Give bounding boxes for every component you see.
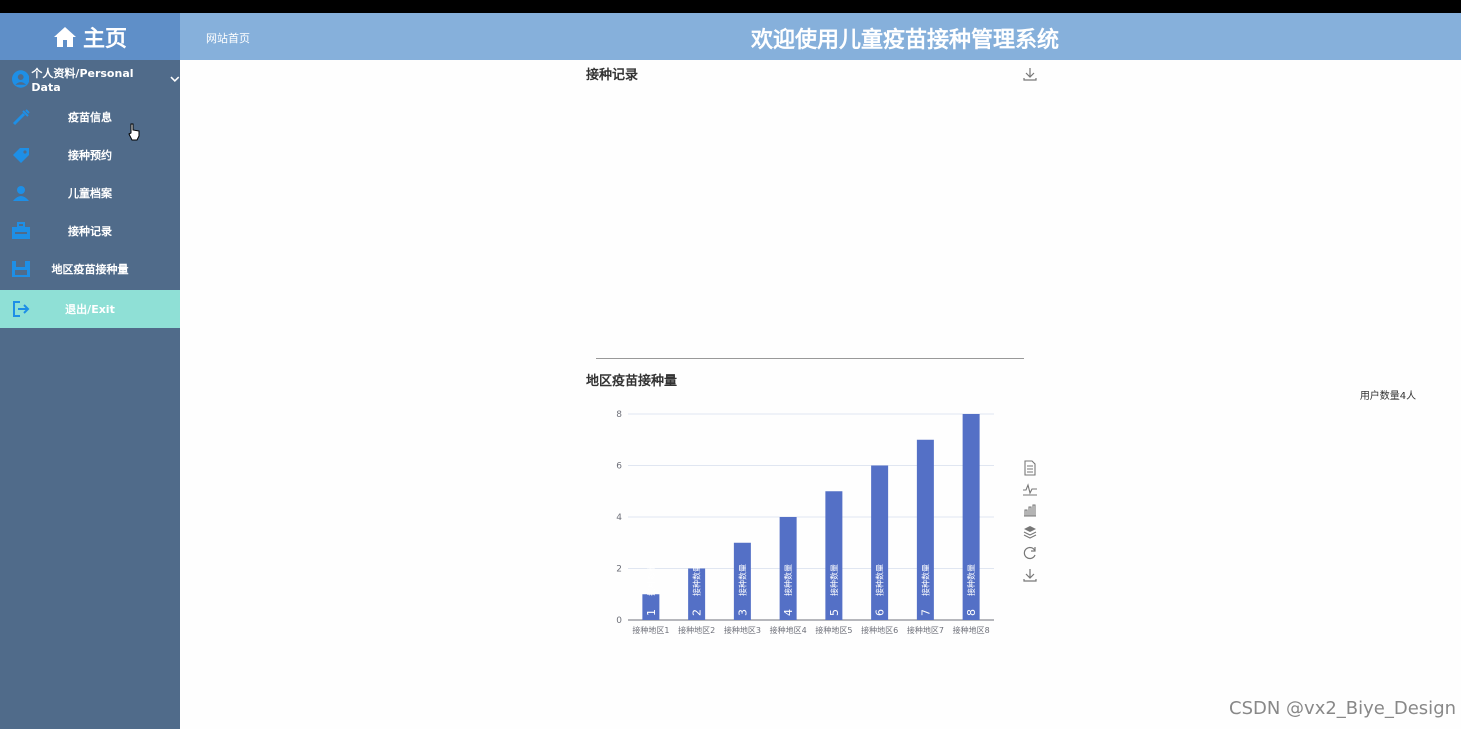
- x-tick-label: 接种地区1: [632, 625, 669, 635]
- home-icon: [53, 26, 76, 47]
- person-card-icon: [13, 186, 29, 201]
- region-bar-chart: 0 2 4 6 8 1 接种数量接种地区1 2 接种数量接种地区2 3 接种数量接种地区3 4 接种数量…: [616, 410, 994, 635]
- bar-series-label: 接种数量: [875, 564, 885, 596]
- section-divider: [596, 358, 1024, 359]
- x-tick-label: 接种地区4: [770, 625, 807, 635]
- save-icon: [12, 261, 30, 277]
- profile-label: 个人资料/Personal Data: [31, 66, 134, 94]
- sidebar: 个人资料/Personal Data 疫苗信息 接种预约 儿童档案 接种记录 地…: [0, 60, 180, 729]
- records-section-title: 接种记录: [586, 68, 639, 83]
- bar-series-label: 接种数量: [966, 564, 976, 596]
- bar-value-label: 5: [828, 609, 841, 616]
- top-black-bar: [0, 0, 1461, 13]
- user-count-label: 用户数量4人: [1359, 391, 1417, 402]
- home-button[interactable]: 主页: [0, 13, 180, 60]
- y-tick-label: 0: [616, 616, 622, 626]
- syringe-icon: [12, 109, 30, 126]
- y-tick-label: 8: [616, 410, 622, 420]
- exit-icon: [13, 301, 30, 317]
- home-label: 主页: [82, 26, 127, 52]
- bar-value-label: 7: [919, 609, 932, 616]
- bar-value-label: 6: [874, 609, 887, 616]
- user-avatar-icon: [12, 70, 30, 88]
- x-tick-label: 接种地区6: [861, 625, 898, 635]
- restore-icon[interactable]: [1022, 545, 1038, 561]
- bar-series-label: 接种数量: [829, 564, 839, 596]
- tag-icon: [13, 148, 29, 163]
- download-icon[interactable]: [1022, 66, 1038, 82]
- data-view-icon[interactable]: [1022, 460, 1038, 476]
- bar-value-label: 8: [965, 609, 978, 616]
- chevron-down-icon: [170, 76, 180, 83]
- bar-series-label: 接种数量: [783, 564, 793, 596]
- x-tick-label: 接种地区7: [907, 625, 944, 635]
- sidebar-item-regional-volume[interactable]: 地区疫苗接种量: [0, 250, 180, 288]
- bar-chart-icon[interactable]: [1022, 502, 1038, 518]
- top-header: 主页 网站首页 欢迎使用儿童疫苗接种管理系统: [0, 13, 1461, 60]
- bar-series-label: 接种数量: [692, 564, 702, 596]
- x-tick-label: 接种地区8: [953, 625, 990, 635]
- watermark: CSDN @vx2_Biye_Design: [1229, 698, 1457, 719]
- bar-series-label: 接种数量: [737, 564, 747, 596]
- profile-dropdown[interactable]: 个人资料/Personal Data: [0, 60, 180, 98]
- region-section-title: 地区疫苗接种量: [586, 374, 678, 389]
- y-tick-label: 4: [616, 513, 622, 523]
- mouse-cursor-icon: [128, 123, 140, 141]
- bar: [825, 491, 843, 620]
- system-title: 欢迎使用儿童疫苗接种管理系统: [750, 28, 1059, 53]
- sidebar-item-vaccine-info[interactable]: 疫苗信息: [0, 98, 180, 136]
- x-tick-label: 接种地区3: [724, 625, 761, 635]
- sidebar-item-vaccination-records[interactable]: 接种记录: [0, 212, 180, 250]
- x-tick-label: 接种地区5: [815, 625, 852, 635]
- bar-value-label: 1: [645, 609, 658, 616]
- line-chart-icon[interactable]: [1022, 481, 1038, 497]
- site-home-link[interactable]: 网站首页: [206, 30, 250, 46]
- sidebar-item-child-records[interactable]: 儿童档案: [0, 174, 180, 212]
- y-tick-label: 6: [616, 462, 622, 472]
- stack-icon[interactable]: [1022, 524, 1038, 540]
- sidebar-item-exit[interactable]: 退出/Exit: [0, 290, 180, 328]
- bar-value-label: 3: [736, 609, 749, 616]
- bar-value-label: 2: [691, 609, 704, 616]
- briefcase-icon: [12, 222, 30, 239]
- bar-value-label: 4: [782, 609, 795, 616]
- y-tick-label: 2: [616, 565, 622, 575]
- x-tick-label: 接种地区2: [678, 625, 715, 635]
- sidebar-item-appointment[interactable]: 接种预约: [0, 136, 180, 174]
- bar-series-label: 接种数量: [646, 564, 656, 596]
- download-icon[interactable]: [1022, 567, 1038, 583]
- bar-series-label: 接种数量: [920, 564, 930, 596]
